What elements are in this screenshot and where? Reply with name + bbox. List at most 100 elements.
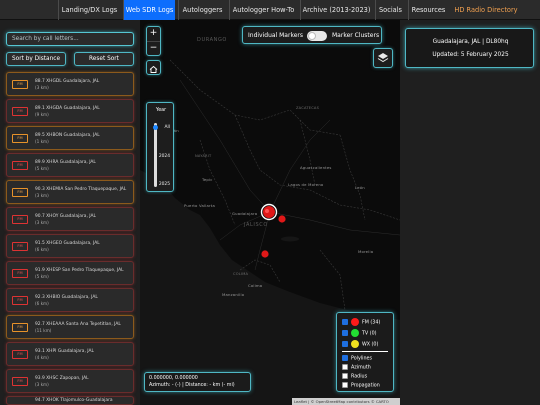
map-attribution[interactable]: Leaflet | © OpenStreetMap contributors ©… bbox=[292, 398, 400, 405]
station-item[interactable]: FM 91.9 XHESP San Pedro Tlaquepaque, JAL… bbox=[6, 261, 134, 285]
map-label-tepic: Tepic bbox=[202, 177, 213, 182]
tv-color-dot bbox=[351, 329, 359, 337]
nav-archive[interactable]: Archive (2013-2023) bbox=[300, 0, 372, 20]
map-label-durango: DURANGO bbox=[197, 37, 227, 43]
year-slider-title: Year bbox=[155, 108, 167, 113]
option-polylines[interactable]: Polylines bbox=[342, 355, 372, 364]
station-distance: (9 km) bbox=[35, 112, 49, 117]
app-root: Landing/DX Logs Web SDR Logs Autologgers… bbox=[0, 0, 540, 405]
legend-wx-checkbox[interactable] bbox=[342, 341, 348, 347]
nav-resources[interactable]: Resources bbox=[408, 0, 448, 20]
year-label-2025: 2025 bbox=[158, 182, 170, 187]
map-label-guadalajara: Guadalajara bbox=[232, 211, 258, 216]
map-label-zacatecas: ZACATECAS bbox=[296, 106, 320, 110]
station-title: 88.7 XHGDL Guadalajara, JAL bbox=[35, 79, 100, 84]
map-label-colima-state: COLIMA bbox=[233, 272, 249, 276]
year-slider-panel: Year All 2024 2025 bbox=[146, 102, 174, 192]
propagation-label: Propagation bbox=[351, 383, 380, 389]
map-label-morelia: Morelia bbox=[358, 249, 374, 254]
nav-web-sdr-logs[interactable]: Web SDR Logs bbox=[123, 0, 175, 20]
station-item[interactable]: FM 92.3 XHBIO Guadalajara, JAL (6 km) bbox=[6, 288, 134, 312]
year-slider-handle[interactable] bbox=[153, 125, 158, 130]
legend-divider bbox=[342, 351, 388, 352]
option-propagation[interactable]: Propagation bbox=[342, 382, 380, 391]
legend-wx[interactable]: WX (0) bbox=[342, 340, 378, 349]
station-title: 91.5 XHGEO Guadalajara, JAL bbox=[35, 241, 100, 246]
station-title: 89.5 XHBON Guadalajara, JAL bbox=[35, 133, 100, 138]
sort-by-distance-button[interactable]: Sort by Distance bbox=[6, 52, 66, 66]
station-distance: (5 km) bbox=[35, 166, 49, 171]
legend-tv[interactable]: TV (0) bbox=[342, 329, 377, 338]
reset-sort-button[interactable]: Reset Sort bbox=[74, 52, 134, 66]
station-distance: (3 km) bbox=[35, 193, 49, 198]
station-title: 94.7 XHOK Tlajomulco-Guadalajara bbox=[35, 398, 113, 403]
layers-icon bbox=[377, 53, 389, 63]
station-item[interactable]: FM 91.5 XHGEO Guadalajara, JAL (6 km) bbox=[6, 234, 134, 258]
station-item[interactable]: FM 89.9 XHRA Guadalajara, JAL (5 km) bbox=[6, 153, 134, 177]
fm-badge: FM bbox=[12, 188, 28, 197]
station-title: 92.3 XHBIO Guadalajara, JAL bbox=[35, 295, 98, 300]
legend-fm-checkbox[interactable] bbox=[342, 319, 348, 325]
year-slider-track[interactable] bbox=[154, 123, 157, 187]
station-distance: (6 km) bbox=[35, 301, 49, 306]
polylines-checkbox[interactable] bbox=[342, 355, 348, 361]
search-input[interactable]: Search by call letters... bbox=[6, 32, 134, 46]
station-item[interactable]: FM 93.1 XHPI Guadalajara, JAL (4 km) bbox=[6, 342, 134, 366]
azimuth-checkbox[interactable] bbox=[342, 364, 348, 370]
home-icon bbox=[149, 65, 158, 73]
marker-clusters-label: Marker Clusters bbox=[332, 32, 380, 39]
nav-hd-radio-directory[interactable]: HD Radio Directory bbox=[451, 0, 521, 20]
azimuth-distance-text: Azimuth: - (-) | Distance: - km (- mi) bbox=[149, 383, 235, 388]
legend-fm[interactable]: FM (34) bbox=[342, 318, 380, 327]
map-label-leon: León bbox=[355, 185, 365, 190]
map-label-aguascalientes: Aguascalientes bbox=[300, 165, 332, 170]
station-item[interactable]: FM 92.7 XHEAAA Santa Ana Tepetitlan, JAL… bbox=[6, 315, 134, 339]
layers-button[interactable] bbox=[373, 48, 393, 68]
nav-landing-dx-logs[interactable]: Landing/DX Logs bbox=[58, 0, 120, 20]
station-title: 93.1 XHPI Guadalajara, JAL bbox=[35, 349, 94, 354]
fm-badge: FM bbox=[12, 134, 28, 143]
station-item[interactable]: FM 89.1 XHGDA Guadalajara, JAL (9 km) bbox=[6, 99, 134, 123]
location-info-box: Guadalajara, JAL | DL80hq Updated: 5 Feb… bbox=[405, 28, 534, 68]
option-radius[interactable]: Radius bbox=[342, 373, 367, 382]
station-title: 92.7 XHEAAA Santa Ana Tepetitlan, JAL bbox=[35, 322, 121, 327]
fm-badge: FM bbox=[12, 296, 28, 305]
station-item[interactable]: FM 90.3 XHEMIA San Pedro Tlaquepaque, JA… bbox=[6, 180, 134, 204]
station-item[interactable]: FM 93.9 XHSC Zapopan, JAL (3 km) bbox=[6, 369, 134, 393]
map-label-nayarit: NAYARIT bbox=[195, 154, 212, 158]
station-distance: (11 km) bbox=[35, 328, 52, 333]
station-item[interactable]: 94.7 XHOK Tlajomulco-Guadalajara bbox=[6, 396, 134, 405]
nav-autologgers[interactable]: Autologgers bbox=[178, 0, 226, 20]
propagation-checkbox[interactable] bbox=[342, 382, 348, 388]
coordinates-readout: 0.000000, 0.000000 Azimuth: - (-) | Dist… bbox=[144, 372, 251, 392]
map-label-jalisco: JALISCO bbox=[244, 222, 268, 228]
station-title: 89.1 XHGDA Guadalajara, JAL bbox=[35, 106, 100, 111]
home-button[interactable] bbox=[146, 60, 161, 75]
station-item[interactable]: FM 88.7 XHGDL Guadalajara, JAL (3 km) bbox=[6, 72, 134, 96]
location-label: Guadalajara, JAL | DL80hq bbox=[432, 39, 509, 45]
zoom-in-button[interactable]: + bbox=[147, 27, 160, 41]
fm-badge: FM bbox=[12, 161, 28, 170]
right-panel bbox=[400, 20, 540, 405]
fm-badge: FM bbox=[12, 215, 28, 224]
year-label-2024: 2024 bbox=[158, 154, 170, 159]
zoom-control: + − bbox=[146, 26, 161, 56]
station-item[interactable]: FM 89.5 XHBON Guadalajara, JAL (1 km) bbox=[6, 126, 134, 150]
station-item[interactable]: FM 90.7 XHOY Guadalajara, JAL (3 km) bbox=[6, 207, 134, 231]
radius-checkbox[interactable] bbox=[342, 373, 348, 379]
marker-cluster-switch[interactable] bbox=[307, 31, 327, 41]
nav-autologger-how-to[interactable]: Autologger How-To bbox=[229, 0, 297, 20]
polylines-label: Polylines bbox=[351, 356, 372, 362]
legend-fm-label: FM (34) bbox=[362, 320, 381, 326]
station-title: 93.9 XHSC Zapopan, JAL bbox=[35, 376, 89, 381]
legend-tv-checkbox[interactable] bbox=[342, 330, 348, 336]
individual-markers-label: Individual Markers bbox=[248, 32, 303, 39]
nav-socials[interactable]: Socials bbox=[375, 0, 405, 20]
map-legend: FM (34) TV (0) WX (0) Polylines Azimuth … bbox=[336, 312, 394, 392]
fm-badge: FM bbox=[12, 350, 28, 359]
fm-badge: FM bbox=[12, 107, 28, 116]
station-title: 89.9 XHRA Guadalajara, JAL bbox=[35, 160, 96, 165]
azimuth-label: Azimuth bbox=[351, 365, 371, 371]
option-azimuth[interactable]: Azimuth bbox=[342, 364, 371, 373]
zoom-out-button[interactable]: − bbox=[147, 42, 160, 56]
